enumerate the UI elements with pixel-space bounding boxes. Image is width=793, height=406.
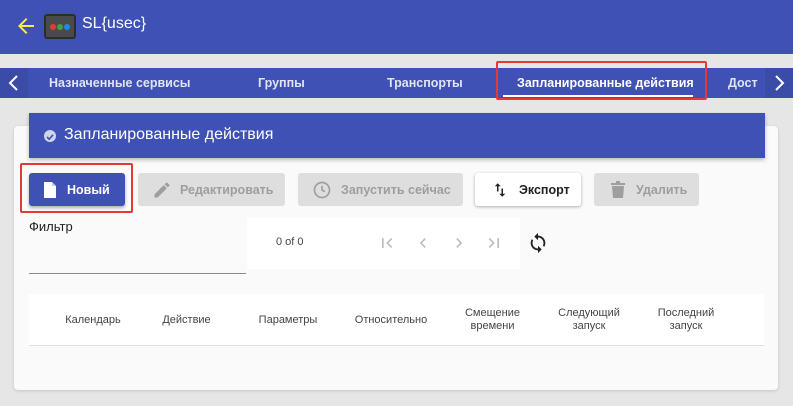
section-header: Запланированные действия	[29, 113, 765, 158]
app-toolbar: SL{usec}	[0, 0, 793, 54]
section-title: Запланированные действия	[64, 126, 274, 143]
column-header-calendar[interactable]: Календарь	[49, 294, 137, 346]
app-logo	[44, 14, 76, 39]
edit-button-label: Редактировать	[180, 182, 274, 197]
schedule-icon	[44, 130, 56, 142]
run-now-button[interactable]: Запустить сейчас	[298, 173, 463, 206]
export-button-label: Экспорт	[519, 182, 570, 197]
filter-input[interactable]	[29, 240, 246, 274]
tab-groups[interactable]: Группы	[258, 68, 305, 98]
column-header-time-offset[interactable]: Смещение времени	[454, 294, 531, 346]
delete-button[interactable]: Удалить	[594, 173, 699, 206]
previous-page-button[interactable]	[413, 233, 433, 253]
arrow-left-icon	[18, 18, 34, 34]
refresh-button[interactable]	[527, 232, 549, 254]
column-header-relative[interactable]: Относительно	[342, 294, 440, 346]
tab-scroll-right-button[interactable]	[765, 68, 793, 98]
scheduled-actions-table: Календарь Действие Параметры Относительн…	[29, 294, 764, 346]
next-page-button[interactable]	[449, 233, 469, 253]
paginator: 0 of 0	[247, 218, 520, 269]
active-tab-indicator	[503, 95, 693, 97]
refresh-icon	[530, 232, 546, 254]
tabs: Назначенные сервисы Группы Транспорты За…	[28, 68, 765, 98]
tab-transports[interactable]: Транспорты	[387, 68, 463, 98]
chevron-right-icon	[775, 75, 785, 91]
tab-scheduled-actions[interactable]: Запланированные действия	[517, 68, 694, 98]
edit-button[interactable]: Редактировать	[138, 173, 285, 206]
column-header-action[interactable]: Действие	[144, 294, 229, 346]
new-button[interactable]: Новый	[29, 173, 125, 206]
delete-button-label: Удалить	[636, 182, 688, 197]
filter-label: Фильтр	[29, 219, 73, 234]
first-page-button[interactable]	[377, 233, 397, 253]
pager-range-label: 0 of 0	[276, 236, 304, 248]
pencil-icon	[154, 181, 170, 197]
chevron-left-icon	[8, 75, 18, 91]
chevron-left-icon	[419, 238, 426, 248]
new-button-label: Новый	[67, 182, 110, 197]
last-page-icon	[488, 238, 499, 248]
app-title: SL{usec}	[82, 15, 147, 32]
clock-icon	[313, 181, 331, 198]
file-icon	[44, 181, 56, 198]
chevron-right-icon	[456, 238, 463, 248]
import-export-icon	[494, 182, 506, 197]
last-page-button[interactable]	[484, 233, 504, 253]
tab-assigned-services[interactable]: Назначенные сервисы	[49, 68, 190, 98]
column-header-next-run[interactable]: Следующий запуск	[549, 294, 629, 346]
tab-scroll-left-button[interactable]	[0, 68, 28, 98]
trash-icon	[611, 180, 625, 198]
first-page-icon	[382, 238, 393, 248]
export-button[interactable]: Экспорт	[475, 173, 581, 206]
column-header-parameters[interactable]: Параметры	[242, 294, 334, 346]
tab-bar: Назначенные сервисы Группы Транспорты За…	[0, 68, 793, 98]
run-now-button-label: Запустить сейчас	[341, 182, 451, 197]
back-button[interactable]	[14, 14, 38, 38]
tab-access[interactable]: Дост	[728, 68, 758, 98]
column-header-last-run[interactable]: Последний запуск	[646, 294, 726, 346]
